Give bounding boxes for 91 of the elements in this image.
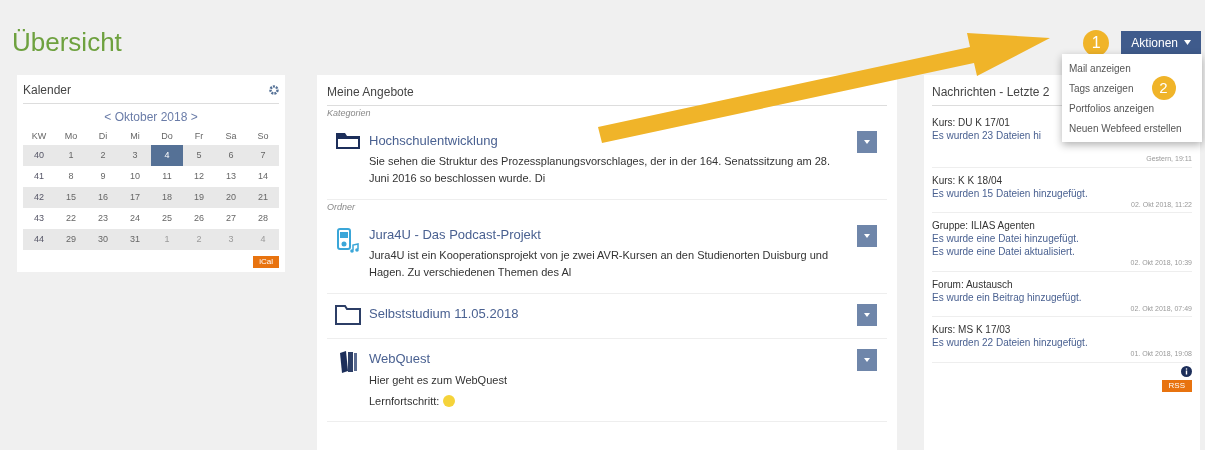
calendar-day[interactable]: 3 (119, 145, 151, 166)
calendar-day[interactable]: 15 (55, 187, 87, 208)
item-description: Jura4U ist ein Kooperationsprojekt von je zwei AVR-Kursen an den Studienorten Duisburg und Hagen. Zu verschiedenen Themen des Al (369, 248, 829, 280)
panel-title: Kalender (23, 82, 72, 99)
calendar-day[interactable]: 7 (247, 145, 279, 166)
calendar-day[interactable]: 23 (87, 208, 119, 229)
calendar-day[interactable]: 12 (183, 166, 215, 187)
week-number: 41 (33, 169, 45, 183)
calendar-day[interactable]: 18 (151, 187, 183, 208)
week-number: 43 (33, 211, 45, 225)
menu-item[interactable]: Tags anzeigen (1069, 80, 1134, 96)
news-link[interactable]: Es wurden 15 Dateien hinzugefügt. (932, 186, 1088, 200)
calendar-day[interactable]: 9 (87, 166, 119, 187)
group-label: Kategorien (327, 107, 372, 120)
weekday-header: Fr (193, 130, 205, 144)
calendar-day[interactable]: 1 (55, 145, 87, 166)
caret-icon (864, 358, 870, 362)
callout-number: 2 (1151, 76, 1176, 100)
news-link[interactable]: Es wurden 22 Dateien hinzugefügt. (932, 336, 1088, 349)
week-number: 40 (33, 148, 45, 162)
calendar-day[interactable]: 20 (215, 187, 247, 208)
calendar-day[interactable]: 25 (151, 208, 183, 229)
calendar-day[interactable]: 14 (247, 166, 279, 187)
weekday-header: So (256, 130, 270, 144)
item-dropdown-button[interactable] (857, 130, 877, 153)
menu-item[interactable]: Mail anzeigen (1069, 60, 1131, 76)
news-source: Forum: Austausch (932, 277, 1013, 291)
news-source: Kurs: K K 18/04 (932, 173, 1003, 187)
week-number: 44 (33, 232, 45, 246)
calendar-day[interactable]: 30 (87, 229, 119, 250)
progress-label: Lernfortschritt: (369, 393, 440, 409)
callout-number: 1 (1083, 29, 1110, 56)
item-description: Sie sehen die Struktur des Prozessplanungsvorschlages, der in der 164. Senatssitzung am 28. Juni 2016 so beschlossen wurde. Di (369, 154, 832, 186)
calendar-day[interactable]: 8 (55, 166, 87, 187)
caret-icon (864, 313, 870, 317)
news-link[interactable]: Es wurde ein Beitrag hinzugefügt. (932, 290, 1082, 304)
item-description: Hier geht es zum WebQuest (369, 372, 508, 388)
item-title[interactable]: Jura4U - Das Podcast-Projekt (369, 224, 541, 244)
page-title: Übersicht (12, 26, 122, 59)
calendar-day[interactable]: 28 (247, 208, 279, 229)
calendar-day[interactable]: 6 (215, 145, 247, 166)
panel-title: Meine Angebote (327, 83, 887, 106)
week-number: 42 (33, 190, 45, 204)
group-label: Ordner (327, 201, 357, 214)
caret-icon (1184, 40, 1191, 45)
news-link[interactable]: Es wurden 23 Dateien hi (932, 129, 1041, 142)
caret-icon (864, 233, 870, 238)
calendar-day[interactable]: 13 (215, 166, 247, 187)
weekday-header: Mi (129, 130, 141, 144)
news-source: Gruppe: ILIAS Agenten (932, 219, 1035, 232)
item-title[interactable]: WebQuest (369, 349, 431, 369)
calendar-day[interactable]: 19 (183, 187, 215, 208)
menu-item[interactable]: Portfolios anzeigen (1069, 100, 1155, 116)
settings-icon[interactable] (269, 85, 279, 95)
folder-icon (335, 305, 361, 325)
news-link[interactable]: Es wurde eine Datei aktualisiert. (932, 245, 1075, 258)
calendar-day[interactable]: 22 (55, 208, 87, 229)
folder-icon (335, 131, 361, 150)
news-source: Kurs: MS K 17/03 (932, 323, 1011, 336)
item-title[interactable]: Hochschulentwicklung (369, 130, 498, 150)
weekday-header: KW (30, 130, 48, 144)
calendar-day[interactable]: 24 (119, 208, 151, 229)
info-icon[interactable] (1181, 365, 1192, 377)
item-title[interactable]: Selbststudium 11.05.2018 (369, 304, 519, 324)
weekday-header: Di (97, 130, 109, 144)
weekday-header: Sa (224, 130, 238, 144)
caret-icon (864, 139, 870, 144)
calendar-day[interactable]: 2 (87, 145, 119, 166)
menu-item[interactable]: Neuen Webfeed erstellen (1069, 120, 1182, 136)
calendar-day[interactable]: 31 (119, 229, 151, 250)
calendar-day[interactable]: 5 (183, 145, 215, 166)
weekday-header: Mo (63, 130, 79, 144)
news-source: Kurs: DU K 17/01 (932, 116, 1010, 129)
calendar-day[interactable]: 21 (247, 187, 279, 208)
calendar-day[interactable]: 29 (55, 229, 87, 250)
calendar-day[interactable]: 27 (215, 208, 247, 229)
calendar-day[interactable]: 4 (151, 145, 183, 166)
calendar-day[interactable]: 17 (119, 187, 151, 208)
weekday-header: Do (160, 130, 174, 144)
actions-button[interactable]: Aktionen (1121, 30, 1201, 55)
calendar-day[interactable]: 16 (87, 187, 119, 208)
calendar-day[interactable]: 26 (183, 208, 215, 229)
calendar-day[interactable]: 10 (119, 166, 151, 187)
books-icon (337, 350, 359, 374)
item-dropdown-button[interactable] (857, 304, 877, 326)
media-player-icon (335, 225, 361, 256)
month-nav[interactable]: < Oktober 2018 > (104, 108, 198, 126)
calendar-day[interactable]: 11 (151, 166, 183, 187)
news-link[interactable]: Es wurde eine Datei hinzugefügt. (932, 232, 1079, 245)
item-dropdown-button[interactable] (857, 224, 877, 247)
item-dropdown-button[interactable] (857, 349, 877, 371)
